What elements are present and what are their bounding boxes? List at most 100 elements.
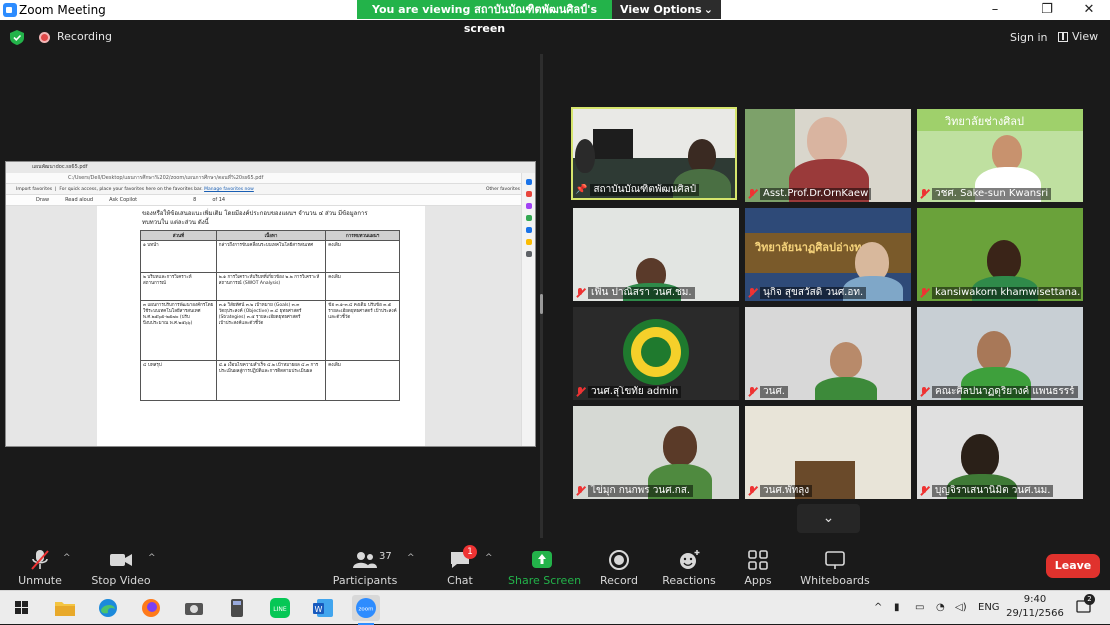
recording-icon (39, 32, 50, 43)
participant-tile[interactable]: คณะศิลปนาฏดุริยางค์ แพนธรรร์ (917, 307, 1083, 400)
chat-options-caret[interactable]: ^ (485, 553, 493, 563)
reactions-icon (680, 550, 700, 569)
view-options-label: View Options (620, 3, 702, 16)
close-button[interactable]: ✕ (1066, 0, 1110, 20)
muted-mic-icon (919, 189, 929, 199)
participants-options-caret[interactable]: ^ (407, 553, 415, 563)
participant-tile[interactable]: ไข่มุก กนกพร วนศ.กส. (573, 406, 739, 499)
notifications-icon[interactable]: 2 (1076, 594, 1095, 615)
participant-tile[interactable]: เฟิน ปาณิสรา วนศ.ชม. (573, 208, 739, 301)
volume-icon[interactable]: ◁) (955, 591, 967, 625)
participant-name-label: นุกิจ สุขสวัสดิ์ วนศ.อท. (747, 287, 909, 299)
participant-tile[interactable]: Asst.Prof.Dr.OrnKaew (745, 109, 911, 202)
zoom-taskbar-icon[interactable]: zoom (352, 595, 380, 625)
split-divider[interactable] (540, 54, 543, 538)
share-screen-button[interactable]: Share Screen (508, 541, 582, 590)
apps-icon (748, 550, 768, 570)
gallery-scroll-down-button[interactable]: ⌄ (797, 504, 860, 533)
participant-tile[interactable]: 📌 สถาบันบัณฑิตพัฒนศิลป์ (571, 107, 737, 200)
participant-name-label: วนศ.สุโขทัย admin (575, 386, 737, 398)
table-cell: ๑ บทนำ (140, 240, 217, 273)
participant-name: คณะศิลปนาฏดุริยางค์ แพนธรรร์ (932, 386, 1078, 398)
organization-logo (623, 319, 689, 385)
usb-icon[interactable]: ▮ (894, 591, 900, 625)
windows-start-icon[interactable] (8, 595, 36, 621)
import-favorites: Import favorites (16, 187, 53, 192)
share-screen-icon (532, 551, 552, 568)
muted-mic-icon (575, 486, 585, 496)
participants-button[interactable]: 37 Participants (332, 541, 398, 590)
video-options-caret[interactable]: ^ (148, 553, 156, 563)
unmute-button[interactable]: Unmute (14, 541, 66, 590)
chat-badge: 1 (463, 545, 477, 559)
participant-tile[interactable]: วนศ.พัทลุง (745, 406, 911, 499)
restore-button[interactable]: ❐ (1024, 0, 1070, 20)
window-title: Zoom Meeting (19, 3, 106, 17)
table-cell: ข้อ ๓.๑-๓.๔ คงเดิม ปรับข้อ ๓.๕ รายละเอีย… (325, 300, 400, 361)
audio-options-caret[interactable]: ^ (63, 553, 71, 563)
muted-mic-icon (919, 387, 929, 397)
svg-text:W: W (315, 605, 323, 614)
table-cell: ๔ บทสรุป (140, 360, 217, 401)
video-camera-icon (110, 554, 132, 566)
minimize-button[interactable]: – (972, 0, 1018, 20)
view-options-button[interactable]: View Options ⌄ (612, 0, 721, 19)
reactions-button[interactable]: Reactions (662, 541, 716, 590)
apps-label: Apps (744, 574, 772, 587)
screen-share-banner: You are viewing สถาบันบัณฑิตพัฒนศิลป์'s … (357, 0, 721, 35)
table-cell: คงเดิม (325, 272, 400, 301)
camera-app-icon[interactable] (180, 595, 208, 621)
pdf-page: ของหรือให้ข้อเสนอแนะเพิ่มเติม โดยมีองค์ป… (97, 206, 425, 446)
file-explorer-icon[interactable] (51, 595, 79, 621)
firefox-icon[interactable] (137, 595, 165, 621)
table-cell: กล่าวถึงการขับเคลื่อนระบบเทคโนโลยีสารสนเ… (215, 240, 327, 273)
stop-video-button[interactable]: Stop Video (90, 541, 152, 590)
sidebar-app-icon (525, 239, 532, 245)
clock[interactable]: 9:40 29/11/2566 (1006, 593, 1064, 621)
participant-tile[interactable]: วนศ.สุโขทัย admin (573, 307, 739, 400)
participant-tile[interactable]: kansiwakorn khamwisettana... (917, 208, 1083, 301)
whiteboards-button[interactable]: Whiteboards (800, 541, 870, 590)
participant-name: สถาบันบัณฑิตพัฒนศิลป์ (590, 184, 700, 196)
language-indicator[interactable]: ENG (978, 591, 1000, 625)
muted-microphone-icon (31, 550, 49, 570)
participant-name: วชศ. Sake-sun Kwansri (932, 188, 1052, 200)
sidebar-app-icon (525, 215, 532, 221)
leave-button[interactable]: Leave (1046, 554, 1100, 578)
table-cell: ๔.๑ เงื่อนไขความสำเร็จ ๔.๒ เป้าหมายผล ๔.… (215, 360, 327, 401)
pdf-tool-read: Read aloud (65, 197, 94, 203)
tray-overflow-icon[interactable]: ^ (874, 591, 882, 625)
muted-mic-icon (747, 387, 757, 397)
chat-button[interactable]: 1 Chat (440, 541, 480, 590)
divider-handle[interactable] (540, 294, 543, 314)
participant-tile[interactable]: วิทยาลัยช่างศิลป วชศ. Sake-sun Kwansri (917, 109, 1083, 202)
line-app-icon[interactable]: LINE (266, 595, 294, 621)
participant-tile[interactable]: วิทยาลัยนาฏศิลปอ่างทอง นุกิจ สุขสวัสดิ์ … (745, 208, 911, 301)
muted-mic-icon (747, 486, 757, 496)
battery-icon[interactable]: ▭ (915, 591, 924, 625)
tile-overlay-text: วิทยาลัยช่างศิลป (945, 115, 1024, 128)
participant-name-label: บุญจิราเสนานิมิต วนศ.นม. (919, 485, 1081, 497)
participant-name: ไข่มุก กนกพร วนศ.กส. (588, 485, 694, 497)
edge-browser-icon[interactable] (94, 595, 122, 621)
reactions-label: Reactions (662, 574, 716, 587)
wifi-icon[interactable]: ◔ (936, 591, 945, 625)
calculator-icon[interactable] (223, 595, 251, 621)
table-cell: คงเดิม (325, 360, 400, 401)
sign-in-link[interactable]: Sign in (1010, 31, 1048, 44)
other-favorites: Other favorites (486, 187, 520, 192)
security-shield-icon[interactable] (10, 30, 24, 45)
clock-date: 29/11/2566 (1006, 608, 1064, 619)
word-icon[interactable]: W (309, 595, 337, 621)
record-button[interactable]: Record (597, 541, 641, 590)
share-screen-label: Share Screen (508, 574, 582, 587)
apps-button[interactable]: Apps (740, 541, 776, 590)
shared-screen[interactable]: แผนพัฒนาdoc.ss65.pdf C:/Users/Dell/Deskt… (5, 161, 536, 447)
pdf-tool-draw: Draw (36, 197, 50, 203)
pdf-tool-copilot: Ask Copilot (109, 197, 138, 203)
participant-tile[interactable]: บุญจิราเสนานิมิต วนศ.นม. (917, 406, 1083, 499)
participant-tile[interactable]: วนศ. (745, 307, 911, 400)
view-button[interactable]: View (1058, 30, 1098, 43)
pdf-table: ส่วนที่ เนื้อหา การทบทวนแผนฯ ๑ บทนำ กล่า… (140, 230, 400, 401)
participant-name: วนศ.สุโขทัย admin (588, 386, 682, 398)
